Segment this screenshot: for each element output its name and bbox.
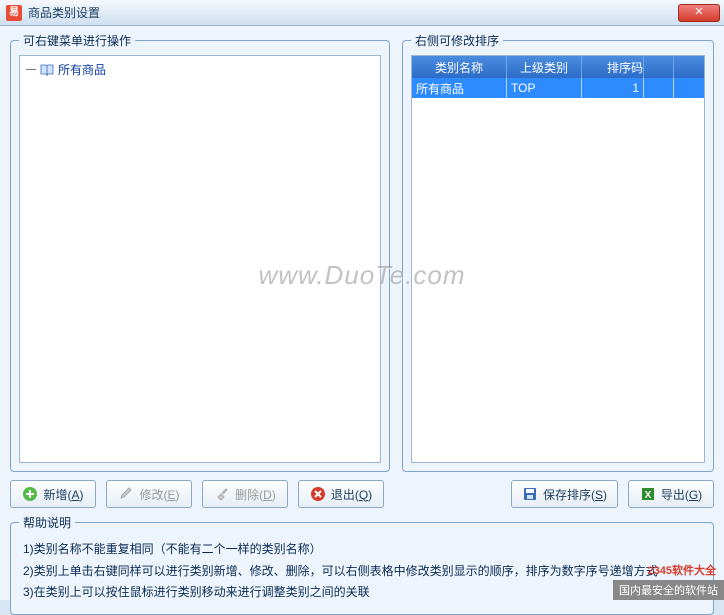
- quit-button[interactable]: 退出(Q): [298, 480, 384, 508]
- add-label: 新增(A): [43, 486, 83, 503]
- quit-label: 退出(Q): [331, 486, 372, 503]
- excel-icon: X: [640, 486, 656, 502]
- save-order-button[interactable]: 保存排序(S): [511, 480, 618, 508]
- help-line: 1)类别名称不能重复相同（不能有二个一样的类别名称）: [23, 539, 701, 561]
- help-line: 3)在类别上可以按住鼠标进行类别移动来进行调整类别之间的关联: [23, 582, 701, 604]
- grid-header-name[interactable]: 类别名称: [412, 56, 507, 78]
- help-line: 2)类别上单击右键同样可以进行类别新增、修改、删除，可以右侧表格中修改类别显示的…: [23, 561, 701, 583]
- edit-label: 修改(E): [139, 486, 179, 503]
- tree-root-label: 所有商品: [58, 61, 106, 78]
- grid-header: 类别名称 上级类别 排序码: [412, 56, 704, 78]
- footer-mark: 国内最安全的软件站: [613, 580, 724, 600]
- close-icon: [310, 486, 326, 502]
- right-panel: 右侧可修改排序 类别名称 上级类别 排序码 所有商品 TOP 1: [402, 32, 714, 472]
- titlebar: 易 商品类别设置 ✕: [0, 0, 724, 26]
- export-label: 导出(G): [661, 486, 702, 503]
- help-legend: 帮助说明: [19, 514, 75, 531]
- left-panel-legend: 可右键菜单进行操作: [19, 32, 135, 49]
- edit-button[interactable]: 修改(E): [106, 480, 192, 508]
- category-tree[interactable]: — 所有商品: [19, 55, 381, 463]
- export-button[interactable]: X 导出(G): [628, 480, 714, 508]
- save-icon: [522, 486, 538, 502]
- client-area: 可右键菜单进行操作 — 所有商品 右侧可修改排序 类别名称 上级类别 排序码: [0, 26, 724, 600]
- book-icon: [40, 64, 54, 76]
- cell-order[interactable]: 1: [582, 78, 644, 98]
- delete-label: 删除(D): [235, 486, 276, 503]
- cell-name[interactable]: 所有商品: [412, 78, 507, 98]
- cell-extra[interactable]: [644, 78, 674, 98]
- plus-icon: [22, 486, 38, 502]
- app-icon: 易: [6, 5, 22, 21]
- brush-icon: [214, 486, 230, 502]
- table-row[interactable]: 所有商品 TOP 1: [412, 78, 704, 98]
- toolbar: 新增(A) 修改(E) 删除(D) 退出(Q) 保存排序(S): [10, 480, 714, 508]
- grid-header-order[interactable]: 排序码: [582, 56, 644, 78]
- add-button[interactable]: 新增(A): [10, 480, 96, 508]
- tree-expand-icon[interactable]: —: [26, 64, 36, 75]
- close-button[interactable]: ✕: [678, 4, 720, 22]
- window-title: 商品类别设置: [28, 4, 678, 21]
- pencil-icon: [118, 486, 134, 502]
- right-panel-legend: 右侧可修改排序: [411, 32, 503, 49]
- category-grid[interactable]: 类别名称 上级类别 排序码 所有商品 TOP 1: [411, 55, 705, 463]
- save-label: 保存排序(S): [543, 486, 607, 503]
- delete-button[interactable]: 删除(D): [202, 480, 288, 508]
- tree-root-item[interactable]: — 所有商品: [24, 60, 376, 79]
- cell-parent[interactable]: TOP: [507, 78, 582, 98]
- corner-logo: 2345软件大全: [648, 562, 716, 578]
- grid-header-extra[interactable]: [644, 56, 674, 78]
- left-panel: 可右键菜单进行操作 — 所有商品: [10, 32, 390, 472]
- svg-text:X: X: [644, 490, 651, 501]
- grid-header-parent[interactable]: 上级类别: [507, 56, 582, 78]
